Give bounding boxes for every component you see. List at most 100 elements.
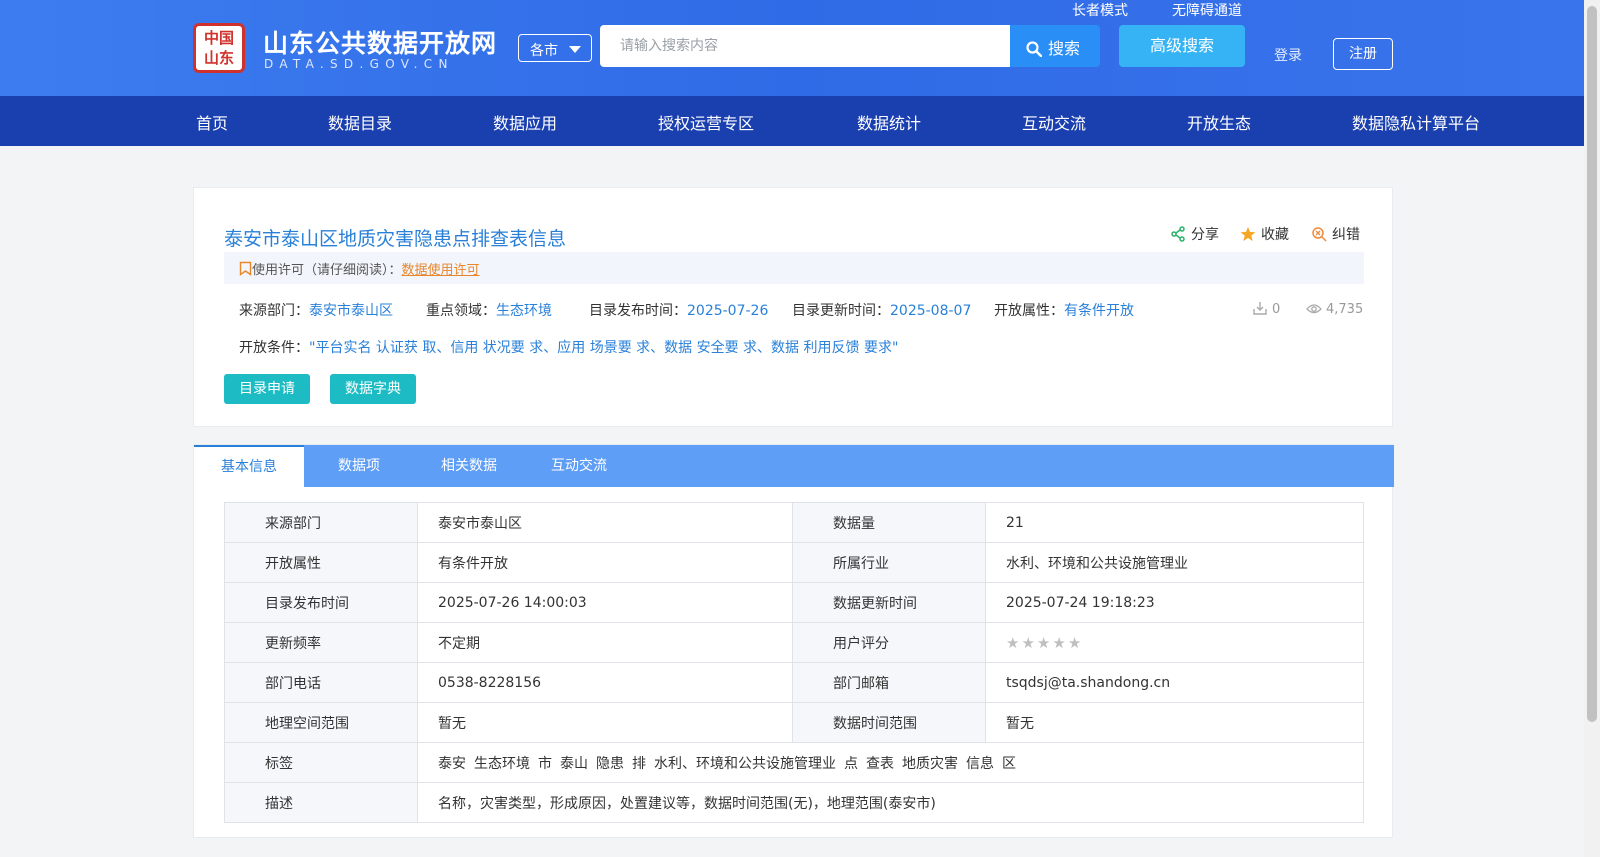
open-conditions: 开放条件："平台实名 认证获 取、信用 状况要 求、应用 场景要 求、数据 安全… [239, 337, 898, 357]
table-value: 2025-07-24 19:18:23 [985, 582, 1364, 623]
city-select-label: 各市 [530, 43, 558, 59]
nav-item-authorized-ops[interactable]: 授权运营专区 [658, 110, 754, 134]
meta-open-label: 开放属性： [994, 303, 1064, 319]
tag[interactable]: 水利、环境和公共设施管理业 [654, 756, 836, 772]
catalog-apply-button[interactable]: 目录申请 [224, 374, 310, 404]
search-button-label: 搜索 [1048, 39, 1081, 58]
tab-related-data[interactable]: 相关数据 [414, 445, 524, 487]
detail-panel: 基本信息 数据项 相关数据 互动交流 来源部门 泰安市泰山区 数据量 21 开放… [193, 444, 1394, 838]
logo-seal-icon: 中国 山东 [193, 23, 245, 73]
table-key: 数据时间范围 [792, 702, 986, 743]
favorite-label: 收藏 [1261, 227, 1289, 243]
city-select[interactable]: 各市 [518, 34, 592, 62]
tab-interaction[interactable]: 互动交流 [524, 445, 634, 487]
table-row: 更新频率 不定期 用户评分 ★ ★ ★ ★ ★ [224, 622, 1364, 663]
nav-item-ecosystem[interactable]: 开放生态 [1187, 110, 1251, 134]
table-key: 用户评分 [792, 622, 986, 663]
table-value: 21 [985, 502, 1364, 543]
table-key: 部门邮箱 [792, 662, 986, 703]
report-error-label: 纠错 [1332, 227, 1360, 243]
table-row: 目录发布时间 2025-07-26 14:00:03 数据更新时间 2025-0… [224, 582, 1364, 623]
meta-source-label: 来源部门： [239, 303, 309, 319]
search-icon [1026, 41, 1043, 58]
tab-basic-info[interactable]: 基本信息 [194, 445, 304, 487]
elder-mode-link[interactable]: 长者模式 [1072, 0, 1128, 20]
main-nav: 首页 数据目录 数据应用 授权运营专区 数据统计 互动交流 开放生态 数据隐私计… [0, 96, 1584, 146]
accessibility-link[interactable]: 无障碍通道 [1172, 0, 1242, 20]
license-bar: 使用许可（请仔细阅读）：数据使用许可 [224, 252, 1364, 284]
search-button[interactable]: 搜索 [1010, 25, 1100, 67]
open-conditions-label: 开放条件： [239, 340, 309, 356]
login-link[interactable]: 登录 [1274, 45, 1302, 65]
table-value: 不定期 [417, 622, 793, 663]
star-icon[interactable]: ★ [1052, 634, 1065, 652]
favorite-button[interactable]: 收藏 [1240, 224, 1289, 244]
bookmark-icon [239, 261, 252, 276]
star-icon[interactable]: ★ [1006, 634, 1019, 652]
page-scrollbar[interactable] [1584, 0, 1600, 857]
license-link[interactable]: 数据使用许可 [402, 263, 480, 278]
open-conditions-value: "平台实名 认证获 取、信用 状况要 求、应用 场景要 求、数据 安全要 求、数… [309, 340, 899, 356]
meta-domain-value[interactable]: 生态环境 [496, 303, 552, 319]
basic-info-table: 来源部门 泰安市泰山区 数据量 21 开放属性 有条件开放 所属行业 水利、环境… [224, 502, 1364, 823]
table-key: 地理空间范围 [224, 702, 418, 743]
site-title: 山东公共数据开放网 [263, 29, 498, 58]
star-icon[interactable]: ★ [1037, 634, 1050, 652]
table-row: 描述 名称，灾害类型，形成原因，处置建议等，数据时间范围(无)，地理范围(泰安市… [224, 782, 1364, 823]
table-value: 有条件开放 [417, 542, 793, 583]
table-row: 来源部门 泰安市泰山区 数据量 21 [224, 502, 1364, 543]
meta-source-value[interactable]: 泰安市泰山区 [309, 303, 393, 319]
share-button[interactable]: 分享 [1170, 224, 1219, 244]
tab-data-items[interactable]: 数据项 [304, 445, 414, 487]
download-count: 0 [1252, 300, 1280, 317]
meta-update-value: 2025-08-07 [890, 303, 972, 319]
share-icon [1171, 226, 1185, 242]
tag[interactable]: 区 [1002, 756, 1016, 772]
table-key: 数据量 [792, 502, 986, 543]
nav-item-apps[interactable]: 数据应用 [493, 110, 557, 134]
table-value: 泰安市泰山区 [417, 502, 793, 543]
meta-update: 目录更新时间：2025-08-07 [792, 300, 971, 320]
meta-domain-label: 重点领域： [426, 303, 496, 319]
site-header: 中国山东 山东公共数据开放网 DATA.SD.GOV.CN 各市 搜索 高级搜索… [0, 0, 1584, 96]
table-value: ★ ★ ★ ★ ★ [985, 622, 1364, 663]
nav-item-home[interactable]: 首页 [196, 110, 228, 134]
tag[interactable]: 市 [538, 756, 552, 772]
tag[interactable]: 点 [844, 756, 858, 772]
meta-publish-label: 目录发布时间： [589, 303, 687, 319]
scrollbar-thumb[interactable] [1587, 6, 1597, 722]
table-row: 标签 泰安 生态环境市泰山 隐患排水利、环境和公共设施管理业点查表 地质灾害 信息区 [224, 742, 1364, 783]
search-input[interactable] [600, 25, 1011, 67]
rating-stars[interactable]: ★ ★ ★ ★ ★ [1006, 634, 1083, 652]
table-value: tsqdsj@ta.shandong.cn [985, 662, 1364, 703]
tag[interactable]: 地质灾害 [902, 756, 958, 772]
table-key: 更新频率 [224, 622, 418, 663]
tag[interactable]: 查表 [866, 756, 894, 772]
nav-item-interaction[interactable]: 互动交流 [1022, 110, 1086, 134]
dataset-summary-card: 泰安市泰山区地质灾害隐患点排查表信息 分享 收藏 纠错 使用许可（请仔细阅读）：… [193, 187, 1393, 427]
table-key: 部门电话 [224, 662, 418, 703]
tag[interactable]: 排 [632, 756, 646, 772]
meta-domain: 重点领域：生态环境 [426, 300, 552, 320]
tag[interactable]: 信息 [966, 756, 994, 772]
register-button[interactable]: 注册 [1333, 38, 1393, 70]
meta-open-value: 有条件开放 [1064, 303, 1134, 319]
tag[interactable]: 隐患 [596, 756, 624, 772]
report-error-button[interactable]: 纠错 [1311, 224, 1360, 244]
table-value: 名称，灾害类型，形成原因，处置建议等，数据时间范围(无)，地理范围(泰安市) [417, 782, 1364, 823]
nav-item-privacy-computing[interactable]: 数据隐私计算平台 [1352, 110, 1480, 134]
nav-item-catalog[interactable]: 数据目录 [328, 110, 392, 134]
star-icon[interactable]: ★ [1068, 634, 1081, 652]
data-dictionary-button[interactable]: 数据字典 [330, 374, 416, 404]
share-label: 分享 [1191, 227, 1219, 243]
table-row: 部门电话 0538-8228156 部门邮箱 tsqdsj@ta.shandon… [224, 662, 1364, 703]
advanced-search-button[interactable]: 高级搜索 [1119, 25, 1245, 67]
table-value: 2025-07-26 14:00:03 [417, 582, 793, 623]
site-domain: DATA.SD.GOV.CN [264, 57, 454, 71]
table-key: 目录发布时间 [224, 582, 418, 623]
nav-item-statistics[interactable]: 数据统计 [857, 110, 921, 134]
tag[interactable]: 生态环境 [474, 756, 530, 772]
tag[interactable]: 泰山 [560, 756, 588, 772]
tag[interactable]: 泰安 [438, 756, 466, 772]
star-icon[interactable]: ★ [1021, 634, 1034, 652]
